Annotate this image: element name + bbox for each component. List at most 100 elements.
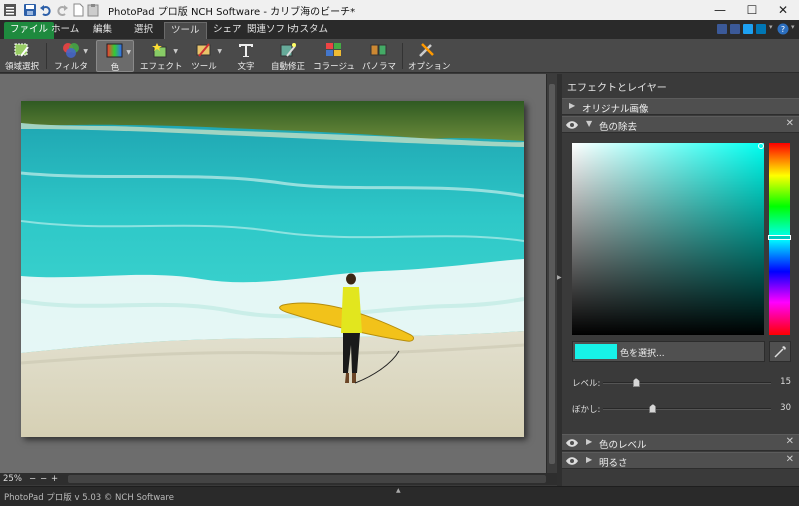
chevron-down-icon[interactable]: ▾ <box>769 23 773 31</box>
zoom-bar: 25% − − + <box>0 473 557 485</box>
linkedin-icon[interactable] <box>756 24 766 34</box>
color-label: 色 <box>110 63 120 73</box>
effects-layers-panel: エフェクトとレイヤー ▶ オリジナル画像 ▼ 色の除去 ✕ 色を選択... レベ… <box>562 74 799 486</box>
color-button[interactable]: 色 ▼ <box>96 40 134 73</box>
facebook-icon[interactable] <box>730 24 740 34</box>
level-slider-handle[interactable] <box>632 378 640 387</box>
save-icon[interactable] <box>23 3 37 17</box>
remove-layer-close-icon[interactable]: ✕ <box>786 118 794 129</box>
panorama-button[interactable]: パノラマ <box>360 40 398 72</box>
tools-dropdown-icon: ▼ <box>217 48 222 55</box>
title-bar: PhotoPad プロ版 NCH Software - カリブ海のビーチ* — … <box>0 0 799 20</box>
level-slider-track[interactable] <box>603 378 771 387</box>
select-color-button[interactable]: 色を選択... <box>572 341 765 362</box>
help-icon[interactable]: ? <box>777 23 789 35</box>
region-select-button[interactable]: 領域選択 <box>2 40 42 72</box>
effect-button[interactable]: エフェクト ▼ <box>140 40 183 72</box>
panel-title: エフェクトとレイヤー <box>567 83 667 94</box>
visibility-eye-icon[interactable] <box>566 456 578 466</box>
options-button[interactable]: オプション <box>408 40 451 72</box>
twitter-icon[interactable] <box>743 24 753 34</box>
tab-edit[interactable]: 編集 <box>87 22 118 39</box>
select-color-label: 色を選択... <box>620 349 665 359</box>
blur-value: 30 <box>780 403 791 413</box>
tab-home[interactable]: ホーム <box>45 22 85 39</box>
color-picker-square[interactable] <box>572 143 764 335</box>
eyedropper-icon <box>774 346 786 358</box>
effect-label: エフェクト <box>140 62 183 72</box>
zoom-out-button[interactable]: − <box>29 473 36 485</box>
redo-icon[interactable] <box>55 3 69 17</box>
layer-color-remove[interactable]: ▼ 色の除去 ✕ <box>562 116 799 133</box>
eyedropper-button[interactable] <box>769 341 791 362</box>
layer-brightness-label: 明るさ <box>599 458 628 469</box>
visibility-eye-icon[interactable] <box>566 438 578 448</box>
zoom-slider[interactable]: − <box>40 473 47 485</box>
new-document-icon[interactable] <box>71 3 85 17</box>
remove-layer-close-icon[interactable]: ✕ <box>786 436 794 447</box>
tab-tools[interactable]: ツール <box>164 22 207 39</box>
region-select-icon <box>14 43 29 57</box>
undo-icon[interactable] <box>39 3 53 17</box>
hue-slider-handle[interactable] <box>768 235 791 240</box>
zoom-level: 25% <box>3 474 22 484</box>
text-icon <box>239 44 253 57</box>
filter-label: フィルタ <box>54 62 88 72</box>
filter-dropdown-icon: ▼ <box>83 48 88 55</box>
collapse-arrow-icon[interactable]: ▼ <box>586 119 592 128</box>
visibility-eye-icon[interactable] <box>566 120 578 130</box>
maximize-button[interactable]: ☐ <box>736 0 768 20</box>
expand-arrow-icon[interactable]: ▶ <box>569 101 575 110</box>
expand-arrow-icon[interactable]: ▶ <box>586 437 592 446</box>
auto-fix-label: 自動修正 <box>270 62 305 72</box>
blur-slider-handle[interactable] <box>649 404 657 413</box>
auto-fix-button[interactable]: 自動修正 <box>268 40 308 72</box>
tab-select[interactable]: 選択 <box>128 22 159 39</box>
zoom-in-button[interactable]: + <box>51 473 58 485</box>
photo-beach-surfer[interactable] <box>21 101 524 437</box>
vertical-scrollbar[interactable] <box>546 74 557 473</box>
selected-color-swatch <box>575 344 617 359</box>
tools-label: ツール <box>191 62 217 72</box>
hue-slider[interactable] <box>768 143 791 335</box>
toolbar-separator <box>46 43 47 69</box>
minimize-button[interactable]: — <box>704 0 736 20</box>
close-button[interactable]: ✕ <box>767 0 799 20</box>
horizontal-scrollbar[interactable] <box>68 475 546 483</box>
menu-tab-bar: ファイル ホーム 編集 選択 ツール シェア 関連ソフト カスタム ▾ ? ▾ <box>0 20 799 39</box>
expand-up-arrow-icon[interactable]: ▲ <box>396 487 401 494</box>
options-label: オプション <box>408 62 451 72</box>
clipboard-icon[interactable] <box>86 3 100 17</box>
auto-fix-icon <box>280 43 296 57</box>
layer-color-level[interactable]: ▶ 色のレベル ✕ <box>562 434 799 451</box>
image-canvas[interactable] <box>0 74 546 473</box>
collage-button[interactable]: コラージュ <box>313 40 355 72</box>
level-label: レベル: <box>572 379 601 389</box>
color-icon <box>106 43 123 58</box>
layer-original-image[interactable]: ▶ オリジナル画像 <box>562 98 799 115</box>
like-icon[interactable] <box>717 24 727 34</box>
level-value: 15 <box>780 377 791 387</box>
app-menu-icon[interactable] <box>3 3 17 17</box>
effect-dropdown-icon: ▼ <box>173 48 178 55</box>
tools-icon <box>196 43 211 57</box>
vertical-scroll-thumb[interactable] <box>549 84 555 464</box>
layer-original-image-label: オリジナル画像 <box>582 104 649 115</box>
options-icon <box>419 43 434 57</box>
layer-brightness[interactable]: ▶ 明るさ ✕ <box>562 452 799 469</box>
collage-label: コラージュ <box>313 62 355 72</box>
remove-layer-close-icon[interactable]: ✕ <box>786 454 794 465</box>
filter-button[interactable]: フィルタ ▼ <box>52 40 90 72</box>
region-select-label: 領域選択 <box>4 62 39 72</box>
blur-slider-track[interactable] <box>603 404 771 413</box>
text-button[interactable]: 文字 <box>230 40 262 72</box>
svg-text:?: ? <box>781 25 785 34</box>
panorama-label: パノラマ <box>361 62 396 72</box>
filter-icon <box>63 43 79 58</box>
help-dropdown-icon[interactable]: ▾ <box>791 23 795 31</box>
expand-arrow-icon[interactable]: ▶ <box>586 455 592 464</box>
tools-button[interactable]: ツール ▼ <box>184 40 224 72</box>
window-title: PhotoPad プロ版 NCH Software - カリブ海のビーチ* <box>108 7 356 18</box>
tab-custom[interactable]: カスタム <box>284 22 334 39</box>
collapse-panel-arrow-icon[interactable]: ▶ <box>557 274 562 281</box>
